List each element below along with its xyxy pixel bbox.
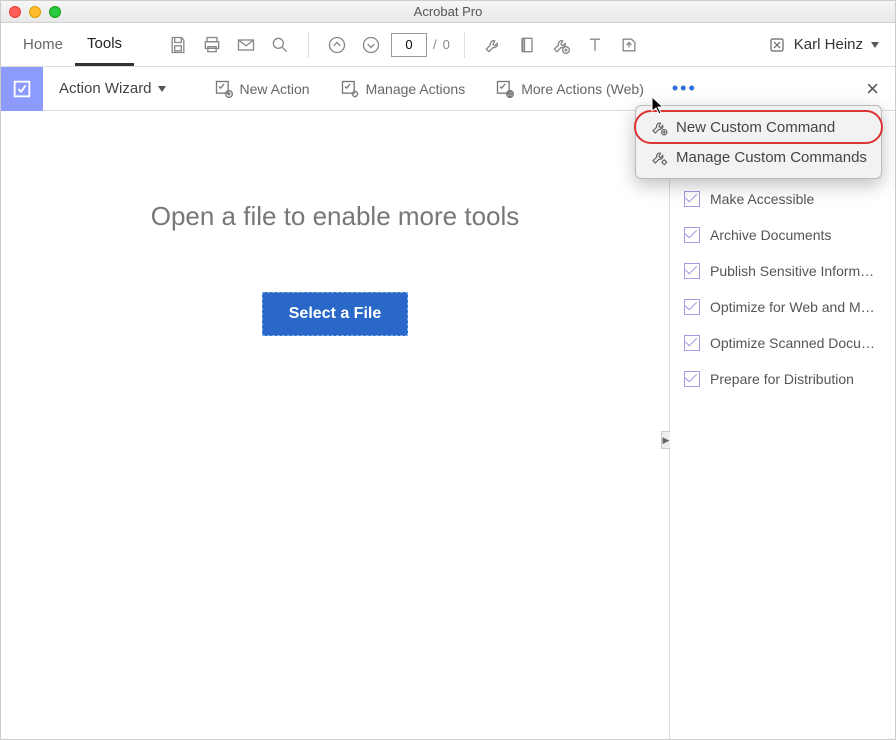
export-icon[interactable]: [615, 31, 643, 59]
action-check-icon: [684, 263, 700, 279]
overflow-popup: New Custom Command Manage Custom Command…: [635, 105, 882, 179]
tab-tools[interactable]: Tools: [75, 23, 134, 66]
action-check-icon: [684, 371, 700, 387]
titlebar: Acrobat Pro: [1, 1, 895, 23]
action-wizard-dropdown[interactable]: Action Wizard: [53, 80, 172, 97]
checklist-globe-icon: [495, 79, 515, 99]
manage-custom-commands-item[interactable]: Manage Custom Commands: [636, 142, 881, 172]
separator: [464, 32, 465, 58]
action-item-label: Prepare for Distribution: [710, 371, 854, 387]
action-item-label: Publish Sensitive Inform…: [710, 263, 874, 279]
new-custom-command-item[interactable]: New Custom Command: [636, 112, 881, 142]
separator: [308, 32, 309, 58]
action-list-item[interactable]: Prepare for Distribution: [684, 361, 885, 397]
action-item-label: Optimize for Web and M…: [710, 299, 875, 315]
nav-tabs: Home Tools: [11, 23, 134, 66]
new-action-button[interactable]: New Action: [204, 79, 320, 99]
page-separator: /: [433, 37, 437, 52]
wrench-plus-icon[interactable]: [547, 31, 575, 59]
action-wizard-badge-icon: [1, 67, 43, 111]
user-name: Karl Heinz: [794, 36, 863, 53]
action-check-icon: [684, 227, 700, 243]
page-number-input[interactable]: [391, 33, 427, 57]
action-wizard-label: Action Wizard: [59, 80, 152, 97]
action-list-item[interactable]: Archive Documents: [684, 217, 885, 253]
manage-actions-button[interactable]: Manage Actions: [330, 79, 476, 99]
book-icon[interactable]: [513, 31, 541, 59]
user-badge-icon: [768, 36, 786, 54]
action-item-label: Make Accessible: [710, 191, 814, 207]
search-icon[interactable]: [266, 31, 294, 59]
chevron-down-icon: [871, 42, 879, 48]
action-list-item[interactable]: Optimize for Web and M…: [684, 289, 885, 325]
action-check-icon: [684, 191, 700, 207]
tab-home[interactable]: Home: [11, 23, 75, 66]
checklist-plus-icon: [214, 79, 234, 99]
actions-list-panel: ▶ Make AccessibleArchive DocumentsPublis…: [669, 111, 895, 739]
window-title: Acrobat Pro: [1, 4, 895, 19]
action-item-label: Archive Documents: [710, 227, 831, 243]
content-area: Open a file to enable more tools Select …: [1, 111, 895, 739]
app-window: Acrobat Pro Home Tools / 0 Karl Heinz: [0, 0, 896, 740]
print-icon[interactable]: [198, 31, 226, 59]
action-item-label: Optimize Scanned Docu…: [710, 335, 875, 351]
overflow-menu-button[interactable]: •••: [664, 78, 705, 99]
page-indicator: / 0: [391, 33, 450, 57]
chevron-down-icon: [158, 86, 166, 92]
page-total: 0: [443, 37, 450, 52]
action-check-icon: [684, 299, 700, 315]
mail-icon[interactable]: [232, 31, 260, 59]
user-menu[interactable]: Karl Heinz: [762, 36, 885, 54]
action-list-item[interactable]: Optimize Scanned Docu…: [684, 325, 885, 361]
empty-state-message: Open a file to enable more tools: [151, 201, 520, 232]
panel-collapse-handle[interactable]: ▶: [661, 431, 670, 449]
action-list-item[interactable]: Publish Sensitive Inform…: [684, 253, 885, 289]
text-icon[interactable]: [581, 31, 609, 59]
main-area: Open a file to enable more tools Select …: [1, 111, 669, 739]
wrench-icon[interactable]: [479, 31, 507, 59]
page-down-icon[interactable]: [357, 31, 385, 59]
action-check-icon: [684, 335, 700, 351]
save-icon[interactable]: [164, 31, 192, 59]
main-toolbar: Home Tools / 0 Karl Heinz: [1, 23, 895, 67]
close-panel-button[interactable]: ×: [862, 76, 883, 102]
action-list-item[interactable]: Make Accessible: [684, 181, 885, 217]
page-up-icon[interactable]: [323, 31, 351, 59]
more-actions-web-button[interactable]: More Actions (Web): [485, 79, 654, 99]
select-file-button[interactable]: Select a File: [262, 292, 409, 336]
mouse-cursor-icon: [651, 96, 667, 116]
wrench-gear-icon: [650, 148, 668, 166]
checklist-gear-icon: [340, 79, 360, 99]
wrench-plus-icon: [650, 118, 668, 136]
